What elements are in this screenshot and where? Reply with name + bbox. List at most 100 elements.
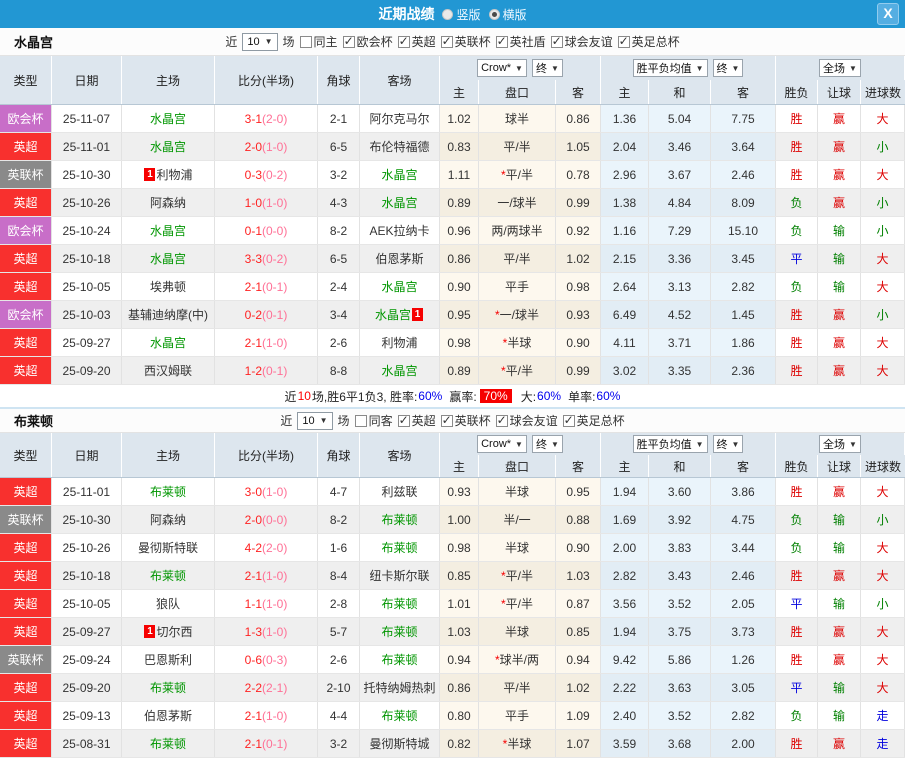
same-venue-filter[interactable]: 同客 bbox=[354, 412, 393, 429]
league-filter[interactable]: 欧会杯 bbox=[342, 33, 393, 50]
league-filter[interactable]: 英足总杯 bbox=[562, 412, 625, 429]
mean-home-odds: 2.40 bbox=[601, 702, 649, 729]
final-select[interactable]: 终 ▼ bbox=[531, 59, 563, 77]
home-team: 水晶宫 bbox=[122, 245, 215, 272]
col-mean-host: 主 bbox=[601, 80, 649, 104]
corner-score: 4-3 bbox=[318, 189, 360, 216]
col-date: 日期 bbox=[52, 56, 122, 104]
close-icon[interactable]: X bbox=[877, 3, 899, 25]
league-filter[interactable]: 英联杯 bbox=[440, 33, 491, 50]
handicap-cell: * 一/球半 bbox=[479, 301, 556, 328]
result-wl: 胜 bbox=[776, 562, 818, 589]
final-select[interactable]: 终 ▼ bbox=[712, 59, 744, 77]
same-venue-filter[interactable]: 同主 bbox=[299, 33, 338, 50]
away-odds: 0.88 bbox=[556, 506, 601, 533]
league-filter-checkbox[interactable] bbox=[397, 34, 410, 48]
result-goals: 小 bbox=[861, 506, 905, 533]
away-odds: 0.95 bbox=[556, 478, 601, 505]
result-wl: 负 bbox=[776, 534, 818, 561]
home-team: 西汉姆联 bbox=[122, 357, 215, 384]
score-cell: 3-1 (2-0) bbox=[215, 105, 318, 132]
col-score: 比分(半场) bbox=[215, 433, 318, 477]
league-filter[interactable]: 英超 bbox=[397, 33, 436, 50]
mean-draw-odds: 5.86 bbox=[649, 646, 711, 673]
league-filter-checkbox[interactable] bbox=[550, 34, 563, 48]
layout-radio-horizontal[interactable]: 横版 bbox=[488, 6, 527, 23]
radio-label: 竖版 bbox=[456, 7, 481, 22]
home-team-name: 巴恩斯利 bbox=[143, 653, 192, 667]
league-filter-checkbox[interactable] bbox=[440, 34, 453, 48]
league-type-badge: 英超 bbox=[0, 189, 51, 216]
same-venue-checkbox[interactable] bbox=[299, 35, 312, 48]
league-filter[interactable]: 球会友谊 bbox=[495, 412, 558, 429]
radio-icon[interactable] bbox=[488, 8, 500, 20]
league-filter-checkbox[interactable] bbox=[495, 34, 508, 48]
full-score: 2-1 bbox=[244, 335, 262, 350]
mean-home-odds: 2.82 bbox=[601, 562, 649, 589]
league-filter-checkbox[interactable] bbox=[397, 413, 410, 427]
league-filter-checkbox[interactable] bbox=[495, 413, 508, 427]
red-card-badge: 1 bbox=[144, 168, 156, 181]
handicap-value: 半/一 bbox=[503, 513, 531, 527]
odds-source-select[interactable]: Crow* ▼ bbox=[477, 59, 527, 77]
col-guest-odds: 客 bbox=[556, 455, 601, 477]
mean-odds-select[interactable]: 胜平负均值 ▼ bbox=[632, 435, 708, 453]
same-venue-checkbox[interactable] bbox=[354, 414, 367, 427]
league-filter[interactable]: 英联杯 bbox=[440, 412, 491, 429]
handicap-cell: 平/半 bbox=[479, 133, 556, 160]
col-mean-draw: 和 bbox=[649, 80, 711, 104]
handicap-value: 平/半 bbox=[503, 681, 531, 695]
chevron-down-icon: ▼ bbox=[550, 439, 559, 449]
full-score: 1-1 bbox=[244, 596, 262, 611]
home-team-name: 布莱顿 bbox=[149, 681, 186, 695]
match-date: 25-10-24 bbox=[52, 217, 122, 244]
result-handicap: 赢 bbox=[818, 730, 861, 757]
league-filter-group: 英超 英联杯 球会友谊 英足总杯 bbox=[397, 412, 625, 429]
home-team: 水晶宫 bbox=[122, 105, 215, 132]
home-team-name: 基辅迪纳摩(中) bbox=[128, 308, 208, 322]
result-wl: 负 bbox=[776, 702, 818, 729]
league-filter[interactable]: 英足总杯 bbox=[617, 33, 680, 50]
league-filter-checkbox[interactable] bbox=[342, 34, 355, 48]
radio-icon[interactable] bbox=[442, 8, 454, 20]
mean-draw-odds: 3.60 bbox=[649, 478, 711, 505]
handicap-cell: 半球 bbox=[479, 618, 556, 645]
scope-select[interactable]: 全场 ▼ bbox=[819, 435, 861, 453]
final-select[interactable]: 终 ▼ bbox=[712, 435, 744, 453]
result-goals: 走 bbox=[861, 730, 905, 757]
result-wl: 胜 bbox=[776, 478, 818, 505]
table-row: 英超 25-11-01 水晶宫 2-0 (1-0) 6-5 布伦特福德 0.83 … bbox=[0, 133, 905, 161]
league-filter-checkbox[interactable] bbox=[440, 413, 453, 427]
league-filter[interactable]: 英社盾 bbox=[495, 33, 546, 50]
score-cell: 1-3 (1-0) bbox=[215, 618, 318, 645]
mean-draw-odds: 3.75 bbox=[649, 618, 711, 645]
corner-score: 4-4 bbox=[318, 702, 360, 729]
away-team-name: 阿尔克马尔 bbox=[369, 112, 430, 126]
recent-count-select[interactable]: 10 ▼ bbox=[242, 32, 278, 51]
half-score: (0-2) bbox=[262, 251, 288, 266]
score-cell: 0-2 (0-1) bbox=[215, 301, 318, 328]
league-filter-checkbox[interactable] bbox=[562, 413, 575, 427]
handicap-cell: 平手 bbox=[479, 702, 556, 729]
league-type-badge: 英超 bbox=[0, 702, 51, 729]
result-wl: 胜 bbox=[776, 357, 818, 384]
league-type-badge: 英联杯 bbox=[0, 506, 51, 533]
league-filter[interactable]: 球会友谊 bbox=[550, 33, 613, 50]
result-handicap: 输 bbox=[818, 534, 861, 561]
corner-score: 5-7 bbox=[318, 618, 360, 645]
league-filter[interactable]: 英超 bbox=[397, 412, 436, 429]
layout-radio-vertical[interactable]: 竖版 bbox=[442, 6, 481, 23]
away-odds: 0.87 bbox=[556, 590, 601, 617]
recent-count-select[interactable]: 10 ▼ bbox=[297, 411, 333, 430]
scope-select[interactable]: 全场 ▼ bbox=[819, 59, 861, 77]
match-date: 25-09-24 bbox=[52, 646, 122, 673]
odds-source-select[interactable]: Crow* ▼ bbox=[477, 435, 527, 453]
mean-odds-select[interactable]: 胜平负均值 ▼ bbox=[632, 59, 708, 77]
full-score: 2-1 bbox=[244, 568, 262, 583]
table-row: 英联杯 25-09-24 巴恩斯利 0-6 (0-3) 2-6 布莱顿 0.94 … bbox=[0, 646, 905, 674]
home-odds: 0.80 bbox=[440, 702, 479, 729]
league-filter-checkbox[interactable] bbox=[617, 34, 630, 48]
home-odds: 0.90 bbox=[440, 273, 479, 300]
final-select[interactable]: 终 ▼ bbox=[531, 435, 563, 453]
handicap-value: 平/半 bbox=[503, 252, 531, 266]
